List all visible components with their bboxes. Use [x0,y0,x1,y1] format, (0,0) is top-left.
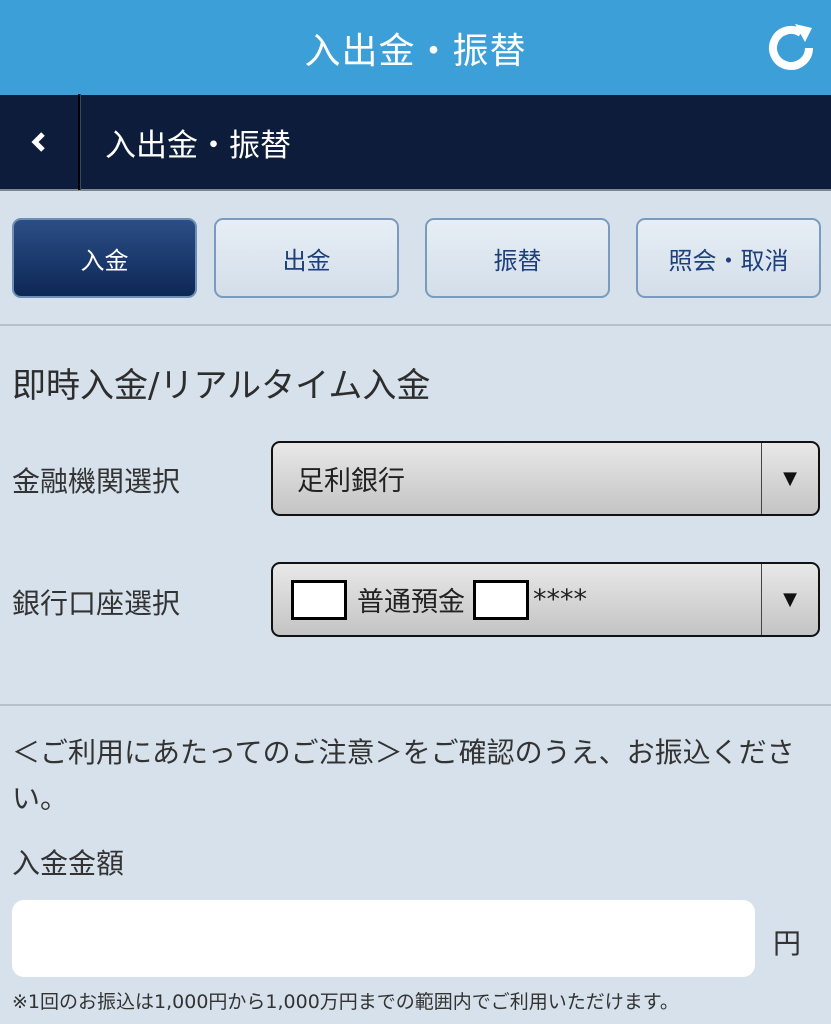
section-title: 即時入金/リアルタイム入金 [12,366,431,406]
bank-select-value: 足利銀行 [297,466,405,497]
redacted-box [473,579,529,620]
account-masked-number: **** [533,584,587,615]
tab-deposit[interactable]: 入金 [12,218,197,298]
account-select[interactable]: 普通預金 **** ▼ [271,562,820,637]
amount-label: 入金金額 [12,847,125,880]
divider [0,704,831,706]
dropdown-arrow-icon: ▼ [761,564,818,635]
refresh-button[interactable] [763,20,819,76]
redacted-box [291,579,347,620]
nav-bar: 入出金・振替 [0,94,831,191]
dropdown-arrow-icon: ▼ [761,443,818,514]
account-select-label: 銀行口座選択 [12,587,181,620]
back-button[interactable] [0,94,80,190]
nav-title: 入出金・振替 [105,127,291,164]
tab-inquiry-cancel[interactable]: 照会・取消 [636,218,821,298]
account-type: 普通預金 [357,587,465,618]
tab-withdraw[interactable]: 出金 [214,218,399,298]
app-header: 入出金・振替 [0,0,831,95]
notice-text: ＜ご利用にあたってのご注意＞をご確認のうえ、お振込ください。 [12,736,795,815]
tab-transfer[interactable]: 振替 [425,218,610,298]
chevron-left-icon [31,132,45,152]
tab-bar: 入金 出金 振替 照会・取消 [0,191,831,326]
app-title: 入出金・振替 [304,30,527,72]
amount-input[interactable] [12,900,755,977]
bank-select-label: 金融機関選択 [12,465,181,498]
currency-unit: 円 [773,927,802,960]
refresh-icon [769,24,813,70]
footnote: ※1回のお振込は1,000円から1,000万円までの範囲内でご利用いただけます。 [12,991,679,1013]
bank-select[interactable]: 足利銀行 ▼ [271,441,820,516]
